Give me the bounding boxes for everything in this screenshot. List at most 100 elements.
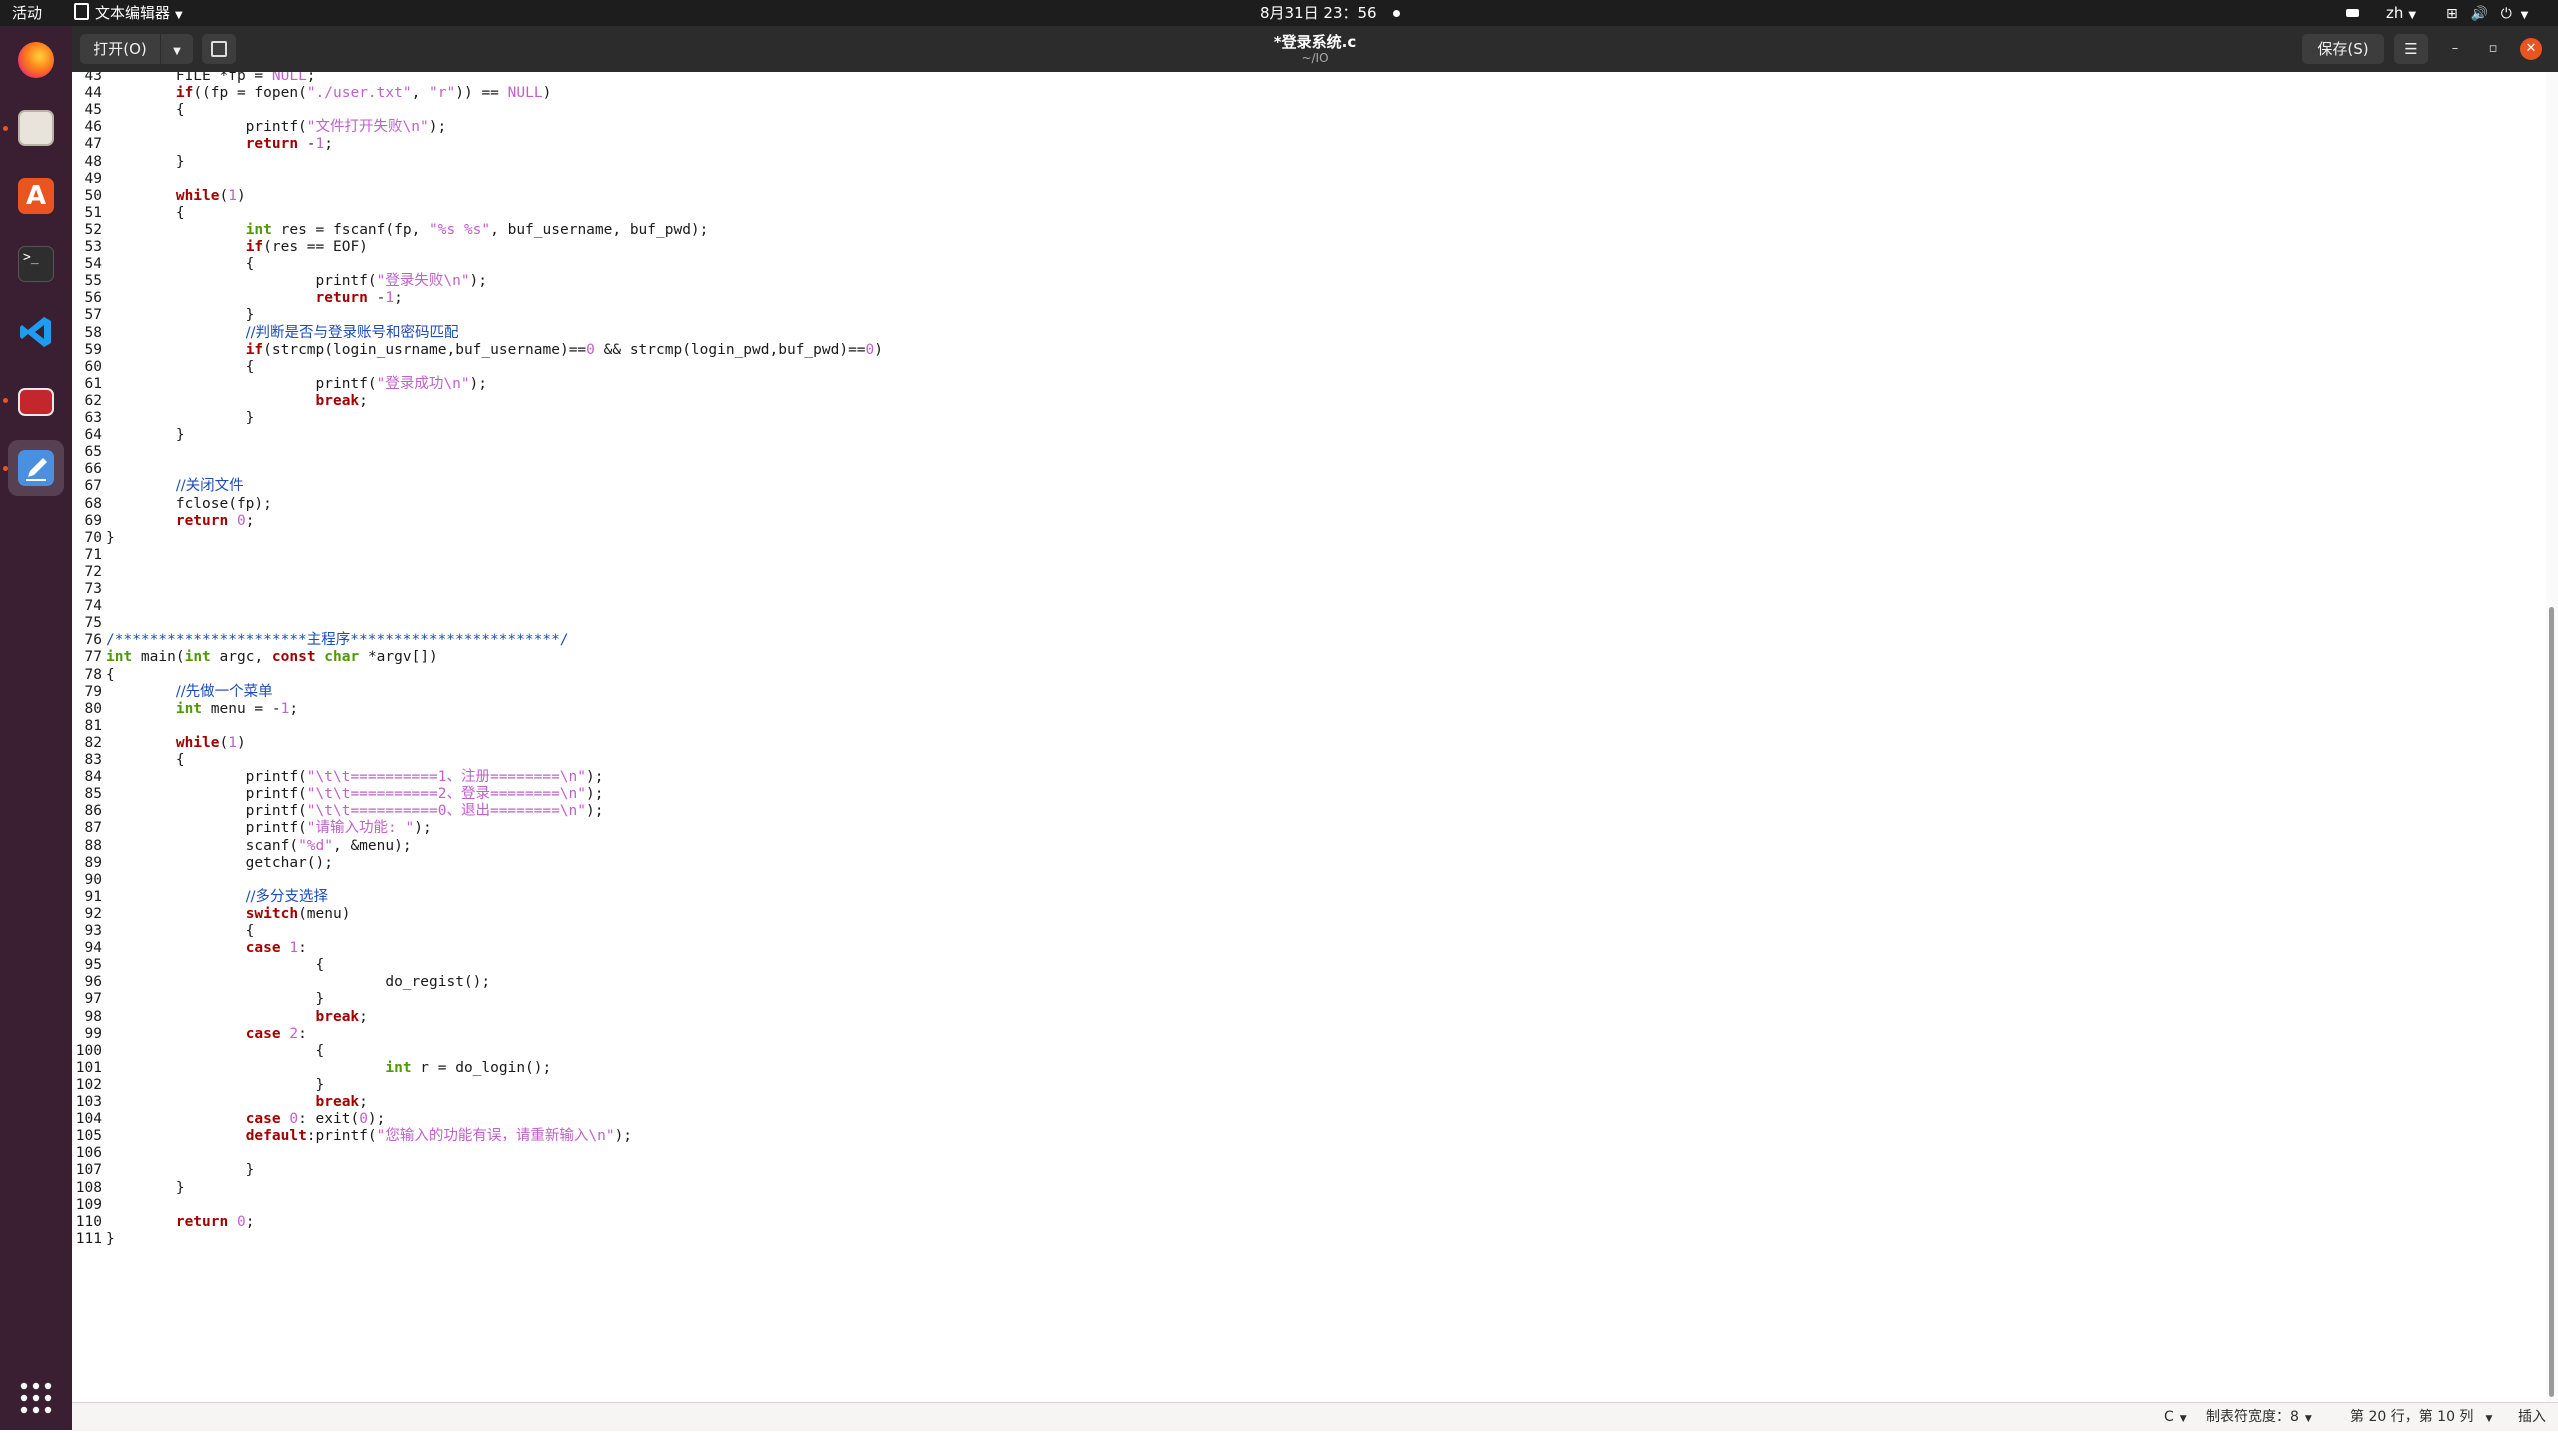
line-number: 105 <box>75 1128 102 1145</box>
cursor-position-selector[interactable]: 第 20 行，第 10 列 ▼ <box>2350 1403 2492 1431</box>
vertical-scrollbar[interactable] <box>2546 72 2558 1402</box>
code-line[interactable]: 88 scanf("%d", &menu); <box>72 838 412 855</box>
code-line[interactable]: 64 } <box>72 427 185 444</box>
code-line[interactable]: 47 return -1; <box>72 136 333 153</box>
dock-vscode[interactable] <box>8 304 64 360</box>
code-line[interactable]: 65 <box>72 444 102 461</box>
code-line[interactable]: 104 case 0: exit(0); <box>72 1111 386 1128</box>
code-line[interactable]: 50 while(1) <box>72 188 246 205</box>
save-button[interactable]: 保存(S) <box>2302 34 2384 64</box>
code-line[interactable]: 57 } <box>72 307 255 324</box>
system-menu[interactable]: ⊞ 🔊 ⏻ ▼ <box>2446 0 2528 26</box>
code-line[interactable]: 53 if(res == EOF) <box>72 239 368 256</box>
code-line[interactable]: 83 { <box>72 752 185 769</box>
dock-text-editor[interactable] <box>8 440 64 496</box>
dock-terminal[interactable]: >_ <box>8 236 64 292</box>
code-line[interactable]: 108 } <box>72 1180 185 1197</box>
code-line[interactable]: 58 //判断是否与登录账号和密码匹配 <box>72 325 459 342</box>
code-line[interactable]: 86 printf("\t\t==========0、退出========\n"… <box>72 803 604 820</box>
code-line[interactable]: 110 return 0; <box>72 1214 255 1231</box>
show-apps-button[interactable] <box>8 1370 64 1426</box>
code-line[interactable]: 89 getchar(); <box>72 855 333 872</box>
code-line[interactable]: 59 if(strcmp(login_usrname,buf_username)… <box>72 342 883 359</box>
code-line[interactable]: 105 default:printf("您输入的功能有误，请重新输入\n"); <box>72 1128 632 1145</box>
code-line[interactable]: 69 return 0; <box>72 513 255 530</box>
code-line[interactable]: 94 case 1: <box>72 940 307 957</box>
dock-software[interactable]: A <box>8 168 64 224</box>
code-line[interactable]: 99 case 2: <box>72 1026 307 1043</box>
code-line[interactable]: 78{ <box>72 667 115 684</box>
code-line[interactable]: 49 <box>72 171 102 188</box>
keyboard-icon[interactable] <box>2346 0 2359 26</box>
dock-firefox[interactable] <box>8 32 64 88</box>
code-line[interactable]: 109 <box>72 1197 102 1214</box>
code-text: //关闭文件 <box>175 478 244 495</box>
code-line[interactable]: 82 while(1) <box>72 735 246 752</box>
code-text: } <box>106 1179 185 1196</box>
code-line[interactable]: 100 { <box>72 1043 324 1060</box>
activities-button[interactable]: 活动 <box>12 0 42 26</box>
code-line[interactable]: 62 break; <box>72 393 368 410</box>
code-line[interactable]: 95 { <box>72 957 325 974</box>
code-line[interactable]: 63 } <box>72 410 255 427</box>
code-line[interactable]: 81 <box>72 718 102 735</box>
code-line[interactable]: 75 <box>72 615 102 632</box>
code-line[interactable]: 87 printf("请输入功能: "); <box>72 820 432 837</box>
code-line[interactable]: 90 <box>72 872 102 889</box>
code-line[interactable]: 93 { <box>72 923 255 940</box>
code-editor[interactable]: 43 FILE *fp = NULL; 44 if((fp = fopen("./… <box>72 72 2546 1402</box>
code-line[interactable]: 101 int r = do_login(); <box>72 1060 551 1077</box>
code-line[interactable]: 70} <box>72 530 115 547</box>
scrollbar-thumb[interactable] <box>2549 607 2554 1397</box>
input-method-menu[interactable]: zh ▼ <box>2386 0 2416 26</box>
code-line[interactable]: 106 <box>72 1145 102 1162</box>
code-text: int main(int argc, const char *argv[]) <box>106 649 438 666</box>
dock-app[interactable] <box>8 372 64 428</box>
clock[interactable]: 8月31日 23：56 <box>1260 0 1401 26</box>
close-button[interactable]: ✕ <box>2520 38 2542 60</box>
code-line[interactable]: 52 int res = fscanf(fp, "%s %s", buf_use… <box>72 222 709 239</box>
code-line[interactable]: 73 <box>72 581 102 598</box>
code-line[interactable]: 56 return -1; <box>72 290 403 307</box>
code-line[interactable]: 44 if((fp = fopen("./user.txt", "r")) ==… <box>72 85 552 102</box>
code-line[interactable]: 80 int menu = -1; <box>72 701 299 718</box>
code-line[interactable]: 107 } <box>72 1162 255 1179</box>
code-line[interactable]: 48 } <box>72 154 185 171</box>
code-line[interactable]: 43 FILE *fp = NULL; <box>72 72 316 85</box>
code-line[interactable]: 102 } <box>72 1077 324 1094</box>
code-line[interactable]: 79 //先做一个菜单 <box>72 684 273 701</box>
code-line[interactable]: 71 <box>72 547 102 564</box>
code-line[interactable]: 85 printf("\t\t==========2、登录========\n"… <box>72 786 604 803</box>
code-line[interactable]: 96 do_regist(); <box>72 974 491 991</box>
code-line[interactable]: 45 { <box>72 102 185 119</box>
code-line[interactable]: 67 //关闭文件 <box>72 478 244 495</box>
code-line[interactable]: 111} <box>72 1231 115 1248</box>
code-line[interactable]: 76/**********************主程序************… <box>72 632 569 649</box>
code-line[interactable]: 46 printf("文件打开失败\n"); <box>72 119 447 136</box>
code-line[interactable]: 97 } <box>72 991 325 1008</box>
dock-files[interactable] <box>8 100 64 156</box>
app-menu[interactable]: 文本编辑器 ▼ <box>74 0 183 26</box>
code-line[interactable]: 92 switch(menu) <box>72 906 351 923</box>
code-line[interactable]: 51 { <box>72 205 185 222</box>
minimize-button[interactable]: – <box>2444 38 2466 60</box>
code-line[interactable]: 74 <box>72 598 102 615</box>
main-menu-button[interactable]: ☰ <box>2394 34 2428 64</box>
code-line[interactable]: 61 printf("登录成功\n"); <box>72 376 487 393</box>
code-line[interactable]: 77 int main(int argc, const char *argv[]) <box>72 649 438 666</box>
line-number: 68 <box>84 495 102 512</box>
code-line[interactable]: 66 <box>72 461 102 478</box>
code-line[interactable]: 68 fclose(fp); <box>72 495 272 513</box>
code-line[interactable]: 60 { <box>72 359 255 376</box>
code-line[interactable]: 98 break; <box>72 1009 368 1026</box>
language-selector[interactable]: C ▼ <box>2164 1403 2187 1431</box>
code-line[interactable]: 103 break; <box>72 1094 368 1111</box>
code-line[interactable]: 91 //多分支选择 <box>72 889 328 906</box>
maximize-button[interactable]: ▫ <box>2482 38 2504 60</box>
code-line[interactable]: 54 { <box>72 256 255 273</box>
code-line[interactable]: 84 printf("\t\t==========1、注册========\n"… <box>72 769 604 786</box>
code-line[interactable]: 55 printf("登录失败\n"); <box>72 273 487 290</box>
tab-width-selector[interactable]: 制表符宽度：8 ▼ <box>2206 1403 2312 1431</box>
chevron-down-icon: ▼ <box>2179 1414 2187 1424</box>
code-line[interactable]: 72 <box>72 564 102 581</box>
